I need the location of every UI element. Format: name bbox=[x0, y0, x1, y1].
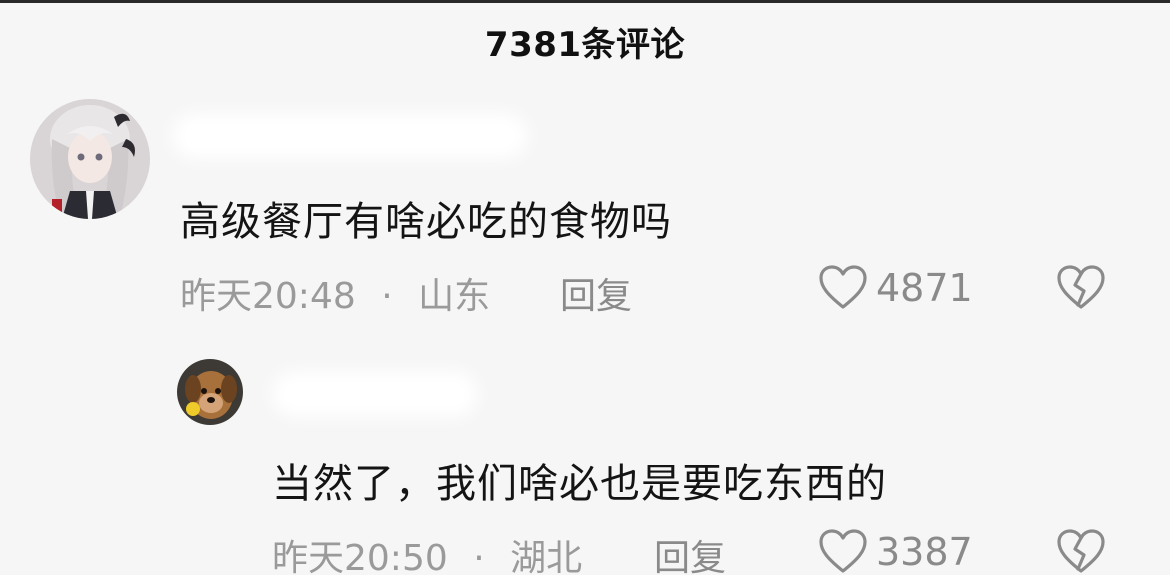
comment-time: 昨天20:48 bbox=[180, 276, 356, 317]
comment-text: 当然了，我们啥必也是要吃东西的 bbox=[272, 461, 887, 507]
heart-icon bbox=[819, 529, 867, 573]
comment-meta: 昨天20:50 · 湖北 bbox=[272, 529, 582, 575]
reply-button[interactable]: 回复 bbox=[654, 529, 726, 575]
username-redacted bbox=[180, 121, 520, 151]
broken-heart-icon bbox=[1057, 265, 1105, 309]
heart-icon bbox=[819, 265, 867, 309]
meta-separator: · bbox=[473, 538, 485, 575]
reply-button[interactable]: 回复 bbox=[560, 267, 632, 319]
user-avatar[interactable] bbox=[30, 99, 150, 219]
comment-location: 山东 bbox=[418, 276, 491, 317]
reply-comment-item: 当然了，我们啥必也是要吃东西的 昨天20:50 · 湖北 回复 3387 bbox=[0, 333, 1170, 575]
broken-heart-icon bbox=[1057, 529, 1105, 573]
dislike-button[interactable] bbox=[1056, 265, 1106, 315]
meta-separator: · bbox=[381, 276, 393, 317]
like-count: 3387 bbox=[876, 530, 973, 574]
dislike-button[interactable] bbox=[1056, 529, 1106, 575]
like-count: 4871 bbox=[876, 266, 973, 310]
comment-time: 昨天20:50 bbox=[272, 538, 448, 575]
comments-sheet: 7381条评论 高级餐厅有啥必吃的食物吗 昨天20:48 · 山东 回复 487… bbox=[0, 0, 1170, 575]
comment-location: 湖北 bbox=[510, 538, 583, 575]
like-button[interactable]: 4871 bbox=[818, 265, 973, 311]
dog-avatar-icon bbox=[177, 359, 243, 425]
user-avatar[interactable] bbox=[177, 359, 243, 425]
like-button[interactable]: 3387 bbox=[818, 529, 973, 575]
comment-text: 高级餐厅有啥必吃的食物吗 bbox=[180, 199, 672, 245]
comment-meta: 昨天20:48 · 山东 bbox=[180, 267, 490, 319]
comment-item: 高级餐厅有啥必吃的食物吗 昨天20:48 · 山东 回复 4871 bbox=[0, 3, 1170, 333]
anime-girl-avatar-icon bbox=[30, 99, 150, 219]
username-redacted bbox=[280, 379, 470, 409]
